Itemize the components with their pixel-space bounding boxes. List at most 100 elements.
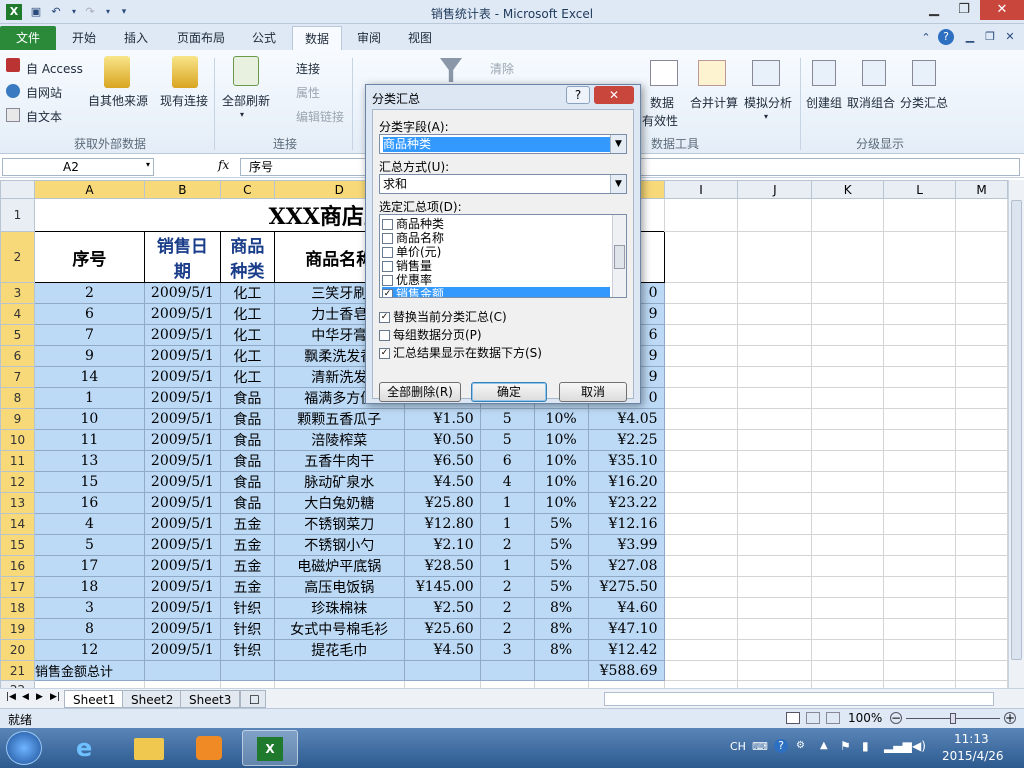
what-if-button[interactable]: 模拟分析	[744, 94, 792, 111]
table-cell[interactable]: ¥23.22	[587, 492, 665, 514]
table-cell[interactable]: ¥25.60	[403, 618, 481, 640]
row-header-22[interactable]: 22	[0, 680, 35, 688]
cell[interactable]	[663, 198, 739, 232]
table-cell[interactable]: ¥25.80	[403, 492, 481, 514]
other-sources-button[interactable]: 自其他来源	[88, 92, 148, 109]
sheet-tab-1[interactable]: Sheet1	[64, 690, 125, 708]
table-cell[interactable]: 15	[33, 471, 145, 493]
table-cell[interactable]: 2009/5/1	[143, 324, 221, 346]
edit-links-button[interactable]: 编辑链接	[296, 108, 344, 125]
explorer-icon[interactable]	[122, 730, 178, 766]
table-cell[interactable]: 五金	[219, 555, 275, 577]
row-header-2[interactable]: 2	[0, 231, 35, 283]
cell[interactable]	[883, 366, 956, 388]
method-select[interactable]: 求和 ▼	[379, 174, 627, 194]
cell[interactable]	[811, 282, 885, 304]
help-icon[interactable]: ?	[938, 29, 954, 45]
table-cell[interactable]: 5%	[533, 513, 589, 535]
table-cell[interactable]: 5%	[533, 555, 589, 577]
table-cell[interactable]: ¥2.50	[403, 597, 481, 619]
excel-taskbar-icon[interactable]: X	[242, 730, 298, 766]
table-cell[interactable]: ¥2.10	[403, 534, 481, 556]
table-cell[interactable]: ¥35.10	[587, 450, 665, 472]
cell[interactable]	[883, 198, 956, 232]
table-cell[interactable]: 五金	[219, 534, 275, 556]
cell[interactable]	[811, 366, 885, 388]
chevron-down-icon[interactable]: ▼	[610, 135, 626, 153]
cell[interactable]	[883, 534, 956, 556]
cell[interactable]	[663, 231, 739, 283]
table-cell[interactable]: 提花毛巾	[273, 639, 405, 661]
table-cell[interactable]: 2009/5/1	[143, 387, 221, 409]
start-button-icon[interactable]	[6, 731, 42, 765]
cell[interactable]	[955, 660, 1008, 681]
column-header-C[interactable]: C	[219, 180, 275, 199]
row-header-12[interactable]: 12	[0, 471, 35, 493]
cell[interactable]	[811, 513, 885, 535]
table-cell[interactable]: 2009/5/1	[143, 282, 221, 304]
ok-button[interactable]: 确定	[471, 382, 547, 402]
table-cell[interactable]: 针织	[219, 597, 275, 619]
cell[interactable]	[883, 408, 956, 430]
refresh-dropdown-icon[interactable]: ▾	[240, 110, 244, 119]
page-break-view-icon[interactable]	[826, 712, 840, 724]
table-cell[interactable]: 1	[479, 513, 535, 535]
cell[interactable]	[955, 324, 1008, 346]
cell[interactable]	[811, 576, 885, 598]
table-cell[interactable]: 6	[479, 450, 535, 472]
column-header-cell[interactable]: 销售日期	[143, 231, 221, 283]
table-cell[interactable]: 珍珠棉袜	[273, 597, 405, 619]
checkbox-icon[interactable]	[382, 219, 393, 230]
cell[interactable]	[737, 429, 813, 451]
cell[interactable]	[737, 597, 813, 619]
table-cell[interactable]: 2009/5/1	[143, 345, 221, 367]
table-cell[interactable]: 3	[33, 597, 145, 619]
cell[interactable]	[663, 366, 739, 388]
page-break-checkbox[interactable]: 每组数据分页(P)	[379, 326, 482, 343]
keyboard-icon[interactable]: ⌨	[752, 740, 768, 753]
checkbox-icon[interactable]	[382, 247, 393, 258]
dialog-help-button[interactable]: ?	[566, 86, 590, 104]
cell[interactable]	[663, 534, 739, 556]
cell[interactable]	[811, 618, 885, 640]
table-cell[interactable]: 10%	[533, 450, 589, 472]
row-header-6[interactable]: 6	[0, 345, 35, 367]
cell[interactable]	[955, 198, 1008, 232]
cell[interactable]	[955, 618, 1008, 640]
table-cell[interactable]: 食品	[219, 471, 275, 493]
table-cell[interactable]: 2009/5/1	[143, 513, 221, 535]
tab-data[interactable]: 数据	[292, 26, 343, 50]
first-sheet-icon[interactable]: |◀	[6, 692, 16, 702]
cell[interactable]	[737, 513, 813, 535]
zoom-out-icon[interactable]: −	[890, 712, 902, 724]
cell[interactable]	[811, 597, 885, 619]
cell[interactable]	[737, 366, 813, 388]
table-cell[interactable]: 10%	[533, 471, 589, 493]
cell[interactable]	[663, 597, 739, 619]
connections-button[interactable]: 连接	[296, 60, 320, 77]
table-cell[interactable]: 大白兔奶糖	[273, 492, 405, 514]
cell[interactable]	[663, 513, 739, 535]
table-cell[interactable]: 6	[33, 303, 145, 325]
table-cell[interactable]: ¥3.99	[587, 534, 665, 556]
column-header-L[interactable]: L	[883, 180, 956, 199]
table-cell[interactable]: 2	[33, 282, 145, 304]
row-header-8[interactable]: 8	[0, 387, 35, 409]
table-cell[interactable]: 电磁炉平底锅	[273, 555, 405, 577]
column-header-J[interactable]: J	[737, 180, 813, 199]
cell[interactable]	[737, 324, 813, 346]
items-list-item[interactable]: 商品种类	[382, 217, 610, 231]
cell[interactable]	[811, 534, 885, 556]
clock-time[interactable]: 11:13	[954, 732, 989, 746]
table-cell[interactable]: ¥4.50	[403, 471, 481, 493]
cell[interactable]	[663, 282, 739, 304]
insert-sheet-icon[interactable]: ☐	[240, 690, 266, 708]
tab-insert[interactable]: 插入	[112, 26, 160, 50]
row-header-20[interactable]: 20	[0, 639, 35, 661]
table-cell[interactable]: 2	[479, 597, 535, 619]
cell[interactable]	[663, 450, 739, 472]
table-cell[interactable]: ¥12.80	[403, 513, 481, 535]
row-header-15[interactable]: 15	[0, 534, 35, 556]
row-header-11[interactable]: 11	[0, 450, 35, 472]
column-header-I[interactable]: I	[663, 180, 739, 199]
